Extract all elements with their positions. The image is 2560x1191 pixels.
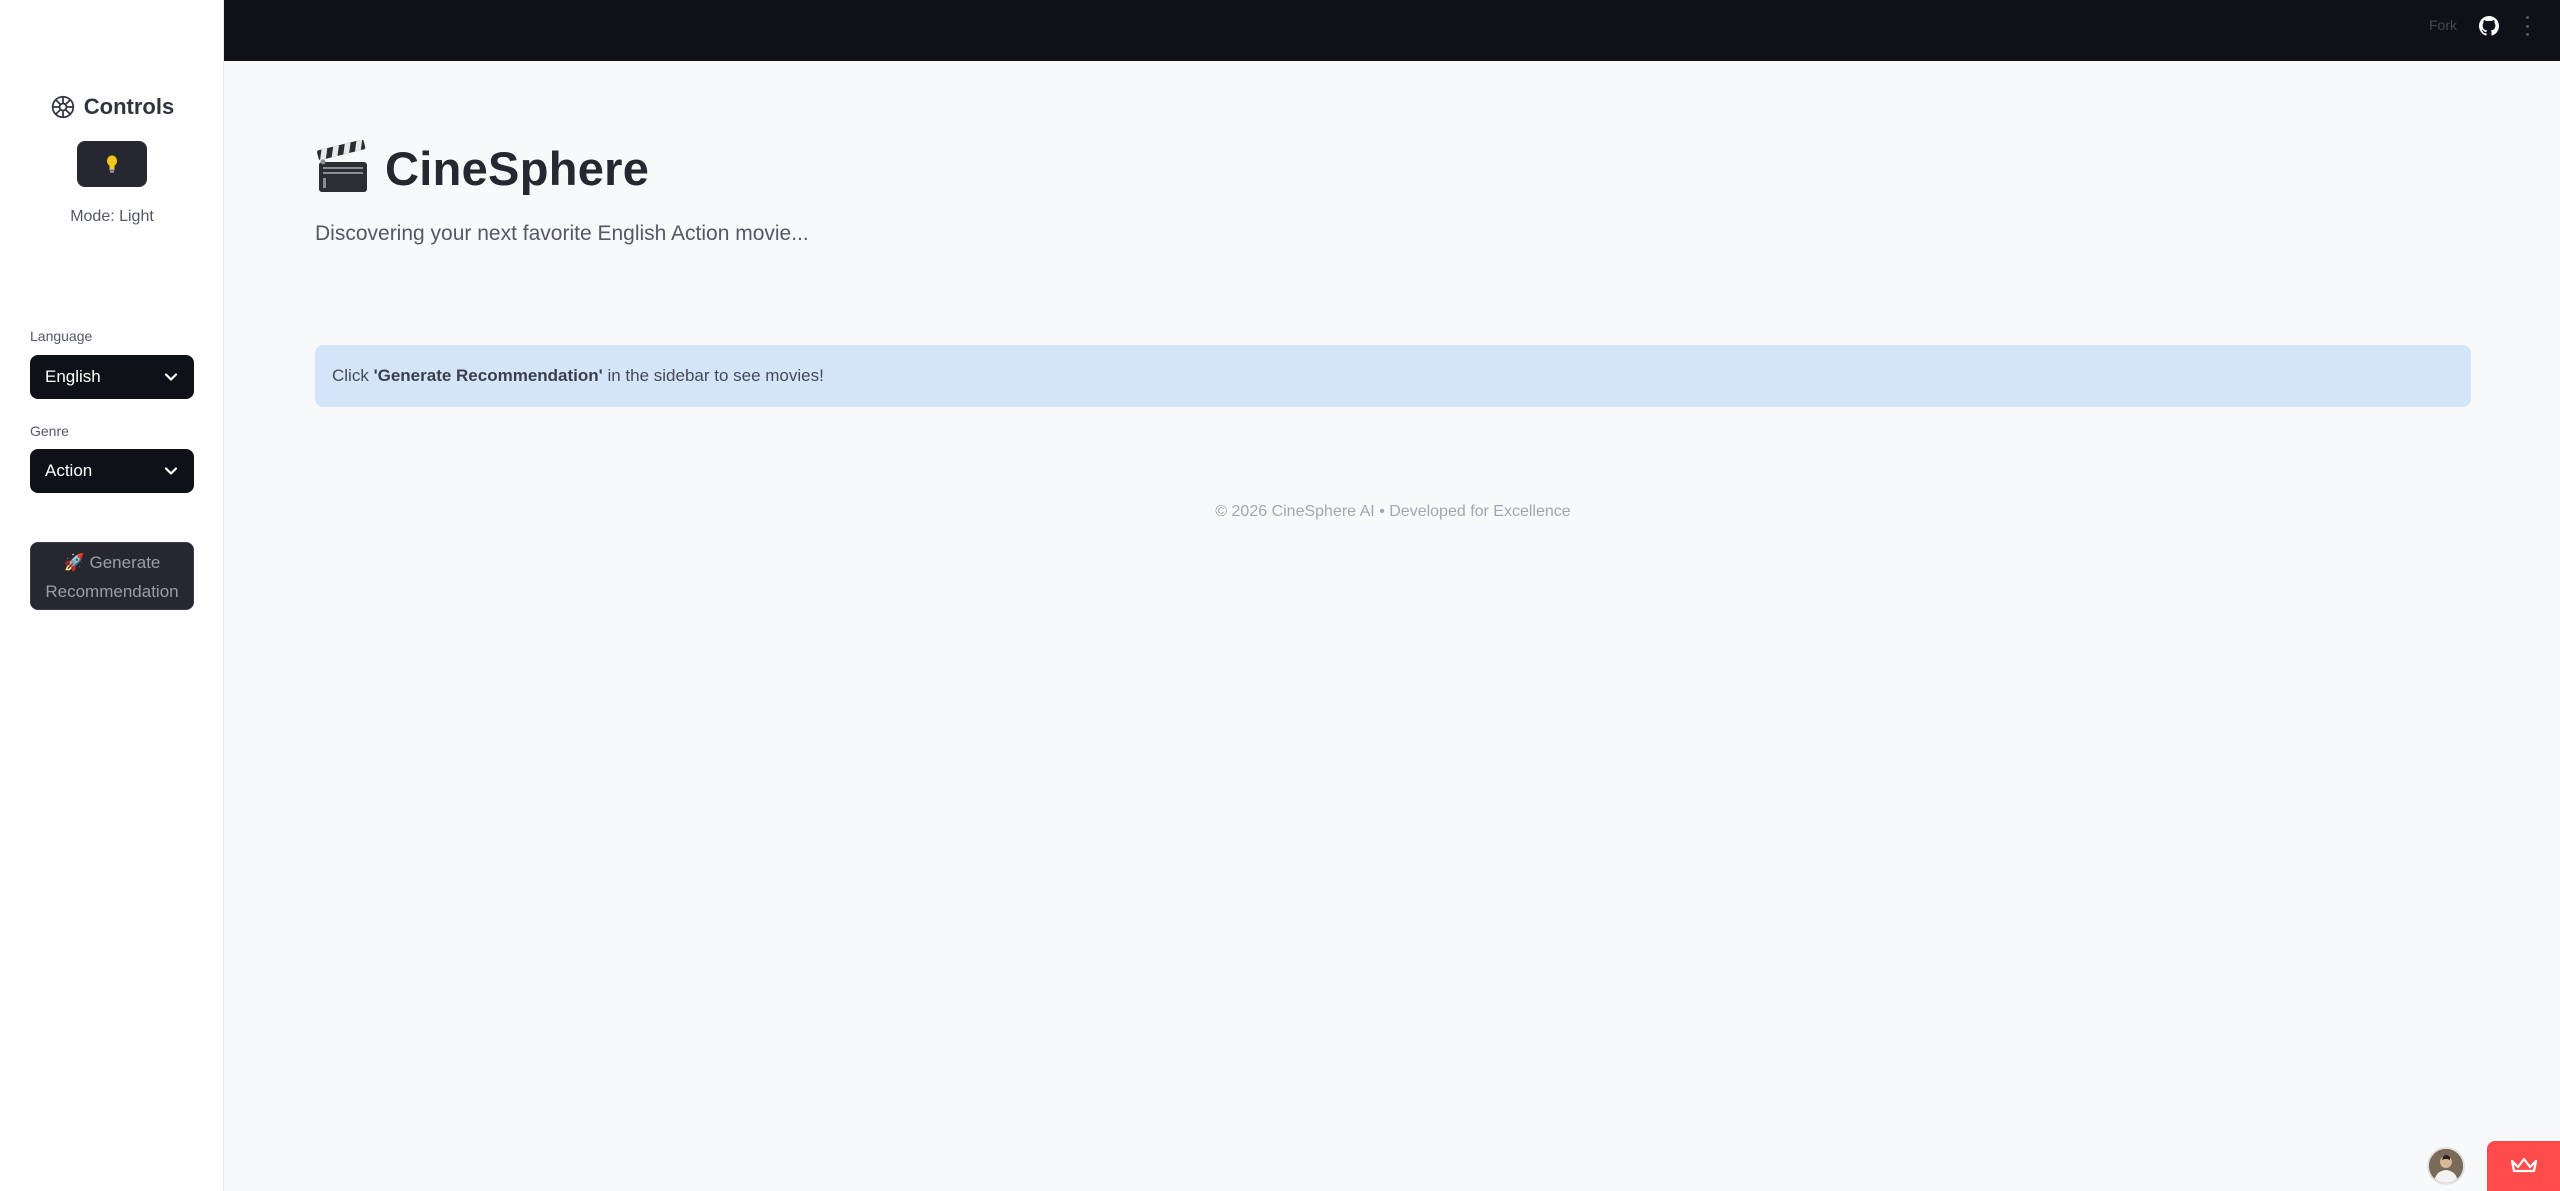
chevron-down-icon	[164, 373, 178, 381]
avatar[interactable]	[2427, 1147, 2465, 1185]
top-bar: Fork	[224, 0, 2560, 61]
clapperboard-icon	[317, 140, 367, 192]
generate-button-line1: 🚀 Generate	[63, 553, 161, 572]
controls-header: Controls	[0, 94, 224, 120]
streamlit-crown-button[interactable]	[2487, 1141, 2560, 1191]
page-title: CineSphere	[385, 141, 650, 195]
theme-toggle-button[interactable]	[77, 141, 147, 187]
genre-label: Genre	[30, 423, 69, 439]
fork-button[interactable]: Fork	[2429, 17, 2457, 33]
gear-icon	[51, 95, 74, 119]
genre-select[interactable]: Action	[30, 449, 194, 493]
user-avatar-icon	[2429, 1149, 2463, 1183]
sidebar: Controls Mode: Light Language English Ge…	[0, 0, 224, 1191]
info-suffix: in the sidebar to see movies!	[602, 366, 824, 385]
info-prefix: Click	[332, 366, 374, 385]
language-select[interactable]: English	[30, 355, 194, 399]
page-subtitle: Discovering your next favorite English A…	[315, 222, 809, 245]
title-row: CineSphere	[315, 140, 649, 196]
generate-button-line2: Recommendation	[45, 582, 179, 601]
mode-label: Mode: Light	[70, 208, 154, 225]
generate-recommendation-button[interactable]: 🚀 Generate Recommendation	[30, 542, 194, 610]
crown-icon	[2510, 1157, 2537, 1173]
language-select-value: English	[45, 367, 101, 386]
lightbulb-icon	[107, 155, 117, 173]
chevron-down-icon	[164, 467, 178, 475]
controls-title: Controls	[83, 94, 175, 119]
github-icon[interactable]	[2479, 16, 2499, 36]
info-bold: 'Generate Recommendation'	[373, 366, 603, 385]
genre-select-value: Action	[45, 461, 93, 480]
kebab-menu-icon[interactable]	[2524, 14, 2530, 38]
info-alert: Click 'Generate Recommendation' in the s…	[315, 345, 2471, 407]
language-label: Language	[30, 328, 93, 344]
footer-text: © 2026 CineSphere AI • Developed for Exc…	[1215, 503, 1571, 520]
